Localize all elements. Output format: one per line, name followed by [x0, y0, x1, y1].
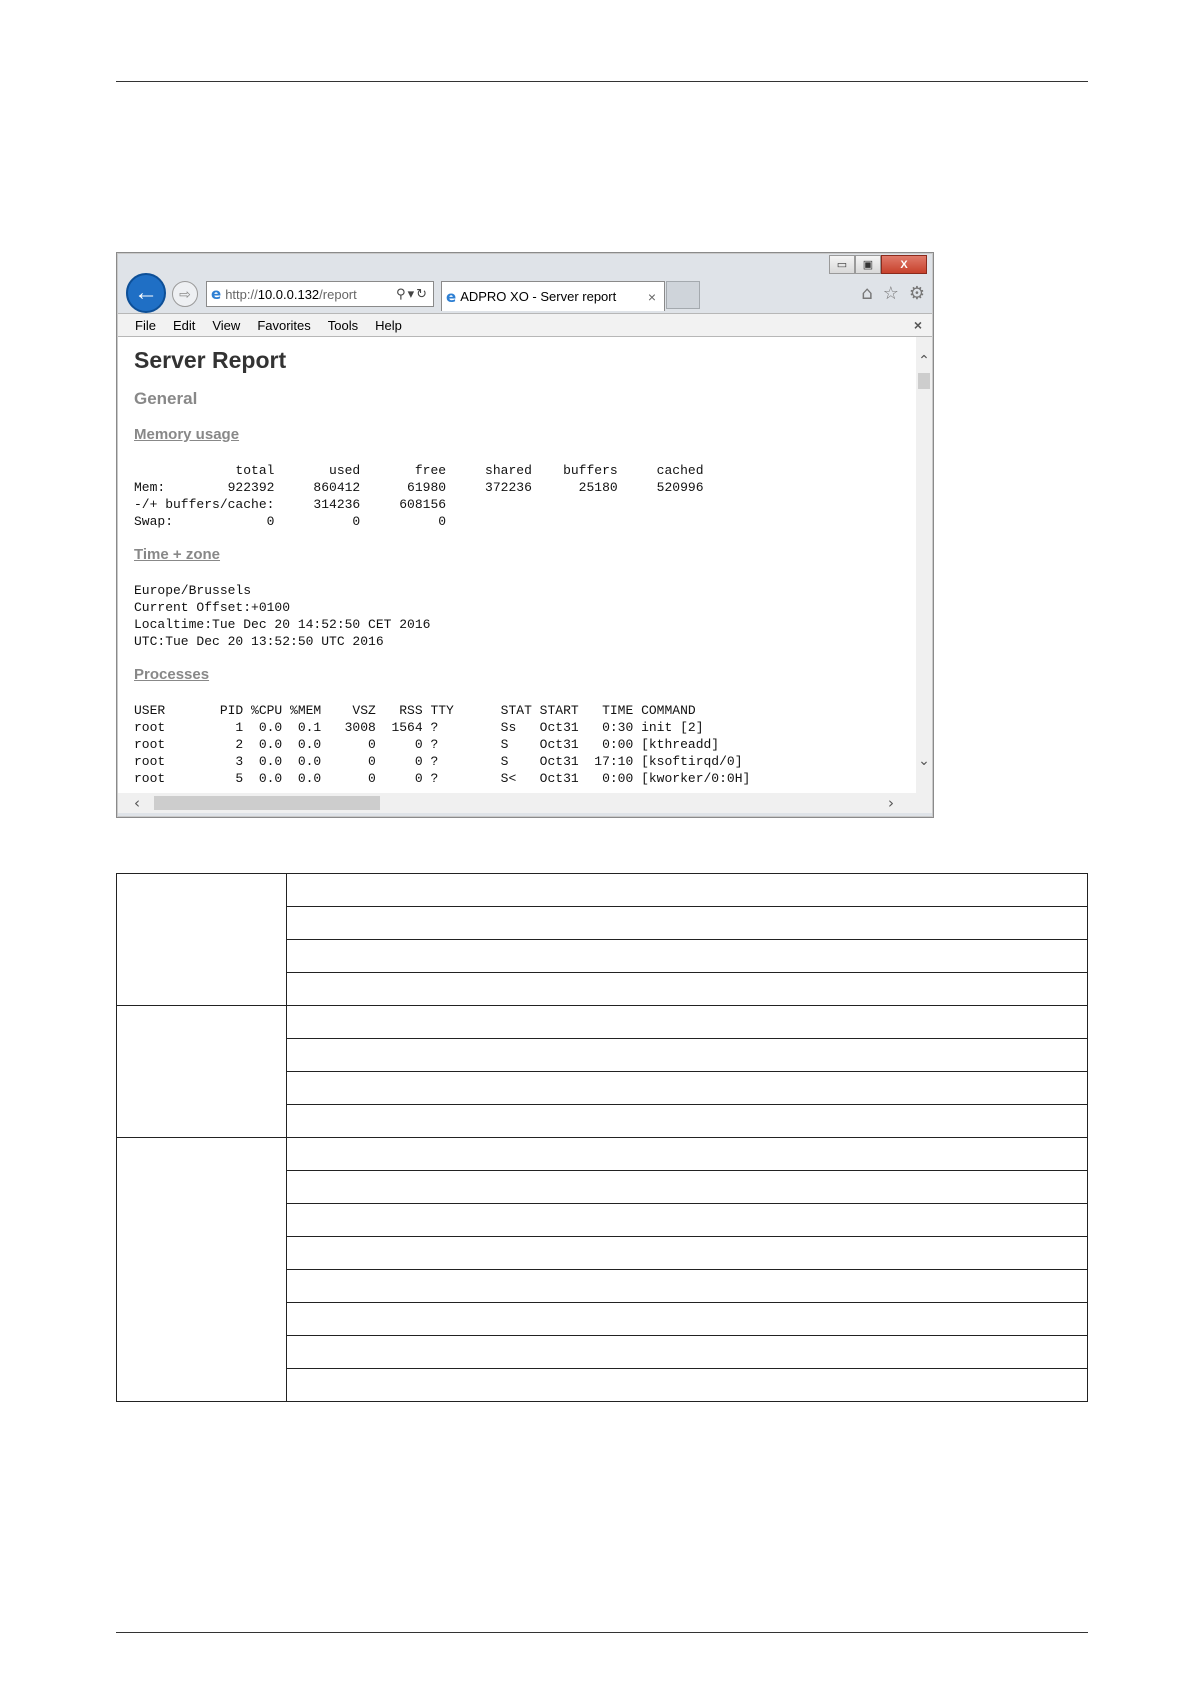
table-cell	[286, 939, 1088, 973]
menu-file[interactable]: File	[135, 318, 156, 333]
page-viewport: Server Report General Memory usage total…	[118, 337, 916, 793]
browser-window: ▭ ▣ X ← ⇨ e http://10.0.0.132/report ⚲▾↻…	[116, 252, 934, 818]
address-bar[interactable]: e http://10.0.0.132/report ⚲▾↻	[206, 281, 434, 307]
footer-rule	[116, 1632, 1088, 1633]
time-zone-output: Europe/Brussels Current Offset:+0100 Loc…	[134, 583, 431, 649]
table-row	[116, 1137, 1088, 1402]
table-cell	[286, 1269, 1088, 1303]
table-cell	[286, 873, 1088, 907]
processes-output: USER PID %CPU %MEM VSZ RSS TTY STAT STAR…	[134, 703, 751, 786]
group-label-cell	[116, 1005, 287, 1138]
browser-toolbar-icons: ⌂ ☆ ⚙	[861, 283, 925, 304]
page-title: Server Report	[134, 347, 287, 373]
favorites-star-icon[interactable]: ☆	[883, 283, 899, 304]
table-cell	[286, 1005, 1088, 1039]
url-path: /report	[319, 286, 357, 302]
tab-server-report[interactable]: e ADPRO XO - Server report ×	[441, 281, 665, 311]
menu-favorites[interactable]: Favorites	[257, 318, 310, 333]
menu-edit[interactable]: Edit	[173, 318, 195, 333]
processes-link[interactable]: Processes	[134, 666, 209, 683]
menubar-close-icon[interactable]: ×	[914, 317, 922, 333]
close-window-button[interactable]: X	[881, 255, 927, 274]
table-cell	[286, 1203, 1088, 1237]
ie-logo-icon: e	[211, 285, 222, 303]
table-cell	[286, 1104, 1088, 1138]
table-row	[116, 1005, 1088, 1138]
table-cell	[286, 1236, 1088, 1270]
forward-arrow-icon: ⇨	[179, 285, 191, 302]
tab-close-icon[interactable]: ×	[648, 289, 656, 305]
group-label-cell	[116, 873, 287, 1006]
scroll-down-icon[interactable]: ⌄	[916, 753, 932, 769]
table-row	[116, 873, 1088, 1006]
vertical-scroll-thumb[interactable]	[918, 373, 930, 389]
settings-table	[116, 873, 1088, 1402]
search-refresh-icons[interactable]: ⚲▾↻	[396, 287, 429, 302]
menu-help[interactable]: Help	[375, 318, 402, 333]
table-cell	[286, 1137, 1088, 1171]
maximize-button[interactable]: ▣	[855, 255, 881, 274]
settings-gear-icon[interactable]: ⚙	[909, 283, 925, 304]
menu-tools[interactable]: Tools	[328, 318, 358, 333]
table-cell	[286, 1038, 1088, 1072]
horizontal-scroll-thumb[interactable]	[154, 796, 380, 810]
horizontal-scrollbar[interactable]: ‹ ›	[118, 793, 932, 813]
memory-usage-link[interactable]: Memory usage	[134, 426, 239, 443]
group-label-cell	[116, 1137, 287, 1402]
back-button[interactable]: ←	[126, 273, 166, 313]
table-cell	[286, 1335, 1088, 1369]
table-cell	[286, 1302, 1088, 1336]
table-cell	[286, 1368, 1088, 1402]
scroll-right-icon[interactable]: ›	[888, 794, 894, 812]
menu-view[interactable]: View	[212, 318, 240, 333]
window-controls: ▭ ▣ X	[829, 255, 927, 274]
home-icon[interactable]: ⌂	[861, 283, 872, 304]
section-general: General	[134, 389, 198, 408]
header-rule	[116, 81, 1088, 82]
back-arrow-icon: ←	[134, 279, 158, 306]
forward-button[interactable]: ⇨	[172, 281, 198, 307]
minimize-button[interactable]: ▭	[829, 255, 855, 274]
table-cell	[286, 906, 1088, 940]
url-host: 10.0.0.132	[257, 286, 320, 302]
url-prefix: http://	[225, 286, 258, 302]
scroll-up-icon[interactable]: ⌃	[916, 353, 932, 369]
new-tab-button[interactable]	[666, 281, 700, 309]
table-body	[116, 873, 1088, 1402]
menu-bar: File Edit View Favorites Tools Help ×	[118, 313, 932, 337]
time-zone-link[interactable]: Time + zone	[134, 546, 220, 563]
scroll-left-icon[interactable]: ‹	[134, 794, 140, 812]
tab-ie-icon: e	[446, 287, 457, 306]
memory-usage-output: total used free shared buffers cached Me…	[134, 463, 704, 529]
vertical-scrollbar[interactable]: ⌃ ⌄	[916, 337, 932, 793]
table-cell	[286, 1170, 1088, 1204]
table-cell	[286, 972, 1088, 1006]
tab-title: ADPRO XO - Server report	[460, 289, 617, 304]
table-cell	[286, 1071, 1088, 1105]
